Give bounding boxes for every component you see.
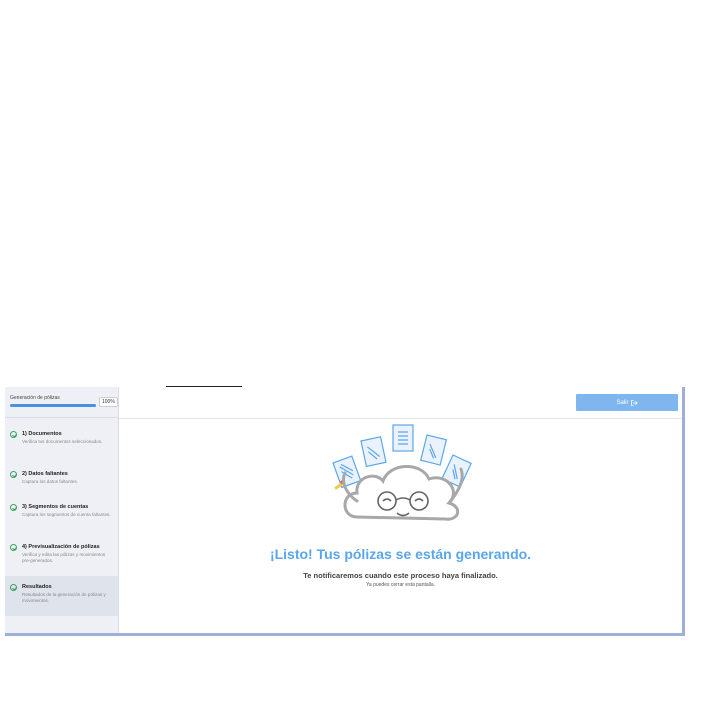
step-description: Captura los segmentos de cuenta faltante… bbox=[22, 512, 111, 517]
exit-label: Salir bbox=[616, 399, 629, 406]
progress-bar bbox=[10, 404, 96, 407]
check-circle-icon bbox=[10, 584, 17, 591]
step-title: Resultados bbox=[22, 584, 52, 590]
app-window: Generación de pólizas 100% 1) Documentos… bbox=[5, 387, 685, 636]
progress-fill bbox=[10, 404, 96, 407]
sign-out-icon bbox=[630, 399, 638, 406]
progress-percent: 100% bbox=[99, 397, 118, 407]
step-description: Verifica y edita las pólizas y movimient… bbox=[22, 552, 106, 563]
step-title: 1) Documentos bbox=[22, 431, 62, 437]
header-bar: Salir bbox=[119, 387, 682, 419]
step-segmentos-de-cuentas[interactable]: 3) Segmentos de cuentas Captura los segm… bbox=[5, 500, 118, 532]
sidebar: Generación de pólizas 100% 1) Documentos… bbox=[5, 387, 119, 633]
progress-block: Generación de pólizas 100% bbox=[10, 395, 118, 407]
cloud-documents-illustration bbox=[332, 424, 472, 521]
check-circle-icon bbox=[10, 471, 17, 478]
close-hint-text: Ya puedes cerrar esta pantalla. bbox=[365, 582, 436, 588]
check-circle-icon bbox=[10, 544, 17, 551]
check-circle-icon bbox=[10, 431, 17, 438]
step-previsualizacion[interactable]: 4) Previsualización de pólizas Verifica … bbox=[5, 540, 118, 572]
step-description: Resultados de la generación de pólizas y… bbox=[22, 592, 106, 603]
step-datos-faltantes[interactable]: 2) Datos faltantes Captura los datos fal… bbox=[5, 467, 118, 493]
step-title: 4) Previsualización de pólizas bbox=[22, 544, 100, 550]
check-circle-icon bbox=[10, 504, 17, 511]
notification-text: Te notificaremos cuando este proceso hay… bbox=[303, 571, 498, 580]
step-title: 2) Datos faltantes bbox=[22, 471, 68, 477]
step-title: 3) Segmentos de cuentas bbox=[22, 504, 89, 510]
exit-button[interactable]: Salir bbox=[576, 394, 678, 411]
step-resultados[interactable]: Resultados Resultados de la generación d… bbox=[5, 576, 118, 616]
main-content: ¡Listo! Tus pólizas se están generando. … bbox=[119, 419, 682, 633]
step-description: Verifica tus documentos seleccionados. bbox=[22, 439, 103, 444]
step-documentos[interactable]: 1) Documentos Verifica tus documentos se… bbox=[5, 427, 118, 459]
success-headline: ¡Listo! Tus pólizas se están generando. bbox=[269, 546, 532, 562]
sidebar-divider bbox=[5, 417, 118, 418]
step-description: Captura los datos faltantes. bbox=[22, 479, 78, 484]
